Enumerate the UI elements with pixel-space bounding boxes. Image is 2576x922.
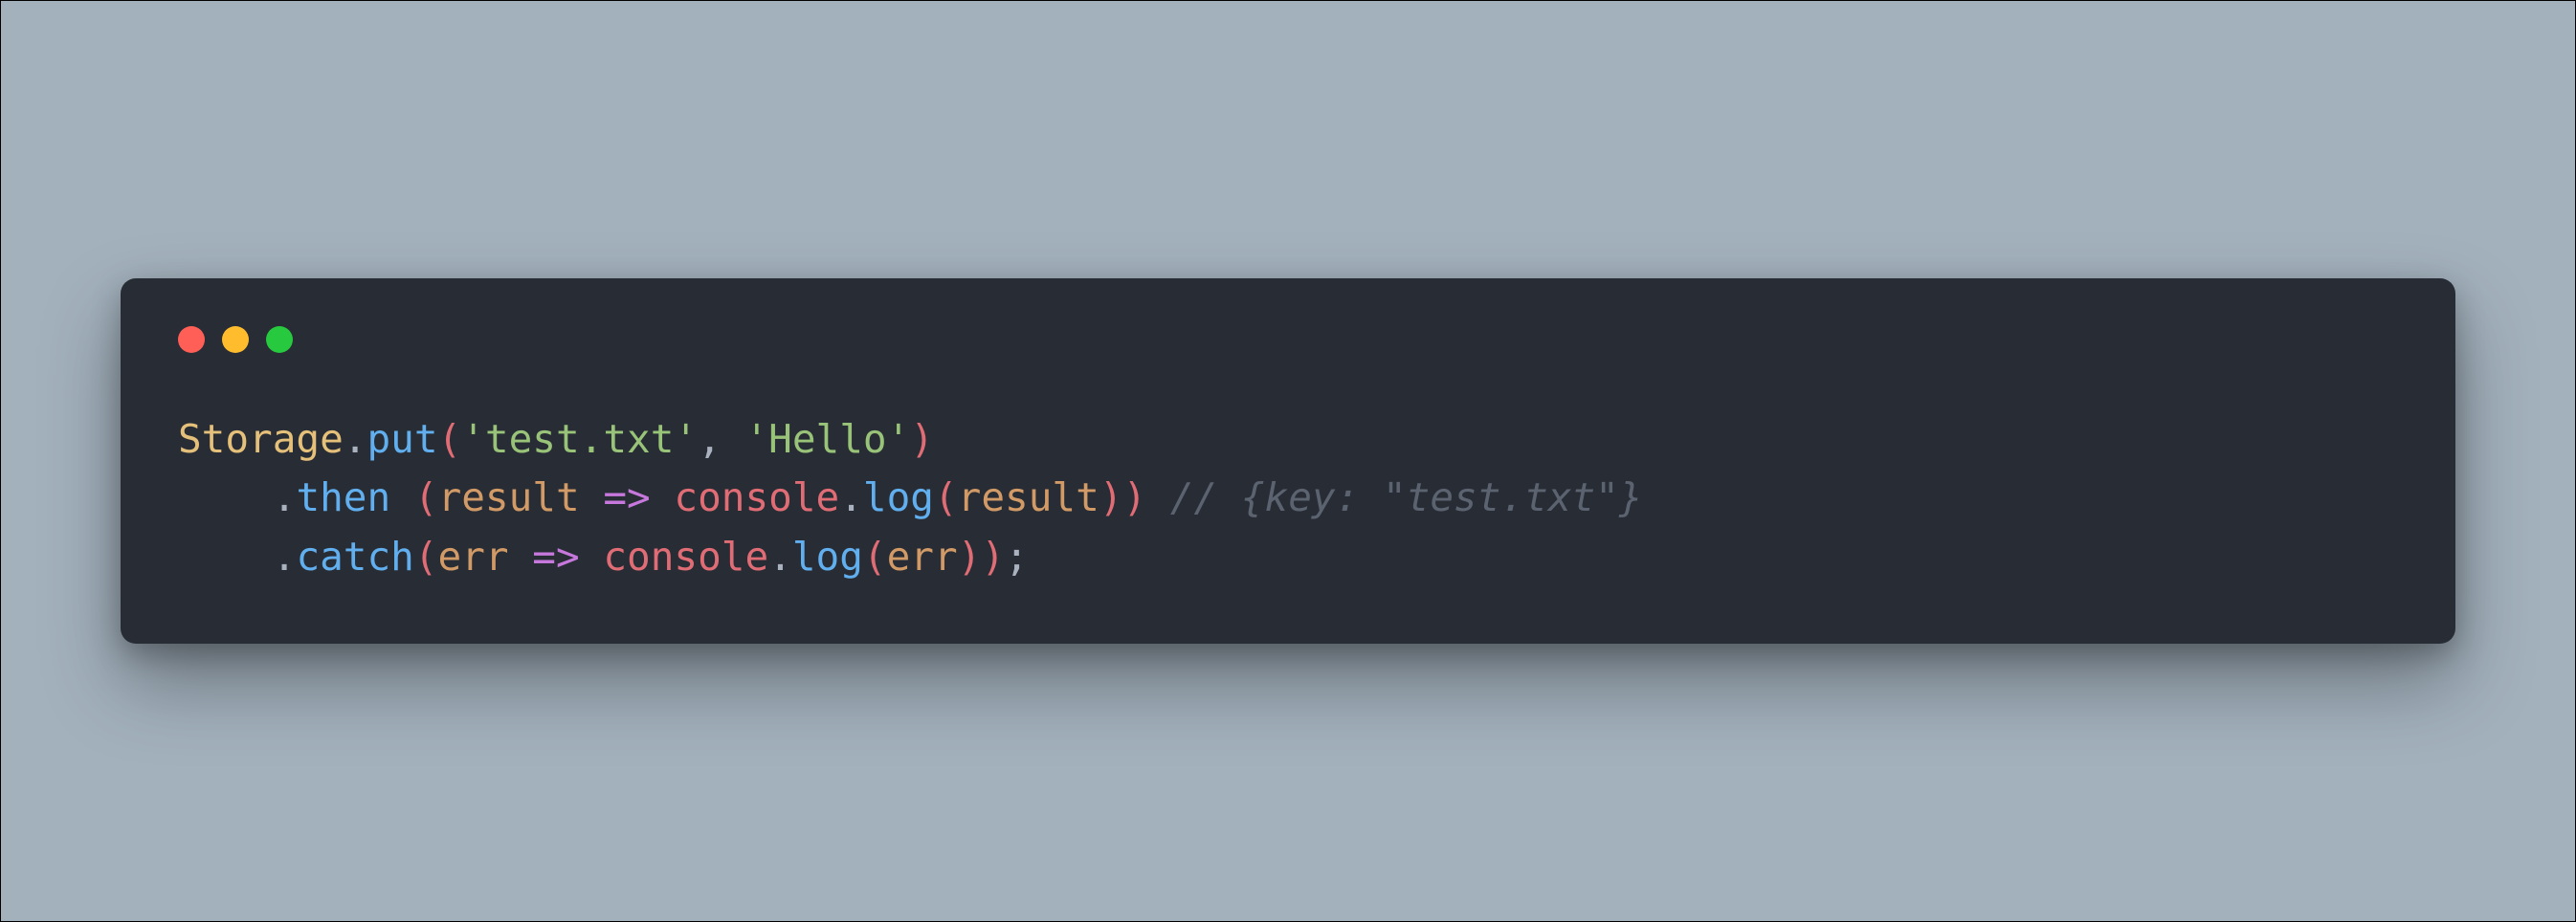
code-indent [178,534,273,580]
zoom-icon[interactable] [266,326,293,353]
window-controls [178,326,2398,353]
code-token-paren: ( [438,416,462,462]
code-token-paren: ( [414,474,438,520]
code-token-paren: ) [958,534,982,580]
code-token-method: log [863,474,934,520]
code-token-dot: . [344,416,367,462]
code-token-identifier: err [438,534,509,580]
code-block: Storage.put('test.txt', 'Hello') .then (… [178,410,2398,587]
code-token-dot: . [273,534,297,580]
code-token-arrow: => [509,534,604,580]
close-icon[interactable] [178,326,205,353]
code-token-paren: ) [981,534,1005,580]
code-token-comma: , [698,416,744,462]
code-token-method: catch [296,534,413,580]
code-space [390,474,414,520]
code-token-paren: ( [863,534,887,580]
code-indent [178,474,273,520]
code-token-method: put [366,416,437,462]
code-token-arrow: => [580,474,675,520]
code-token-string: 'test.txt' [461,416,698,462]
code-token-dot: . [839,474,863,520]
code-token-object: console [674,474,839,520]
code-token-identifier: result [958,474,1099,520]
code-token-paren: ) [1122,474,1146,520]
code-token-semicolon: ; [1005,534,1029,580]
minimize-icon[interactable] [222,326,249,353]
code-token-paren: ) [1099,474,1123,520]
code-token-paren: ) [910,416,934,462]
code-token-dot: . [768,534,792,580]
code-token-method: log [792,534,863,580]
code-token-method: then [296,474,390,520]
code-window: Storage.put('test.txt', 'Hello') .then (… [121,278,2455,645]
code-token-class: Storage [178,416,344,462]
code-token-identifier: result [438,474,580,520]
code-token-comment: // {key: "test.txt"} [1146,474,1642,520]
code-token-paren: ( [414,534,438,580]
code-token-identifier: err [887,534,958,580]
code-token-object: console [603,534,768,580]
code-token-paren: ( [934,474,958,520]
code-token-string: 'Hello' [744,416,910,462]
code-token-dot: . [273,474,297,520]
